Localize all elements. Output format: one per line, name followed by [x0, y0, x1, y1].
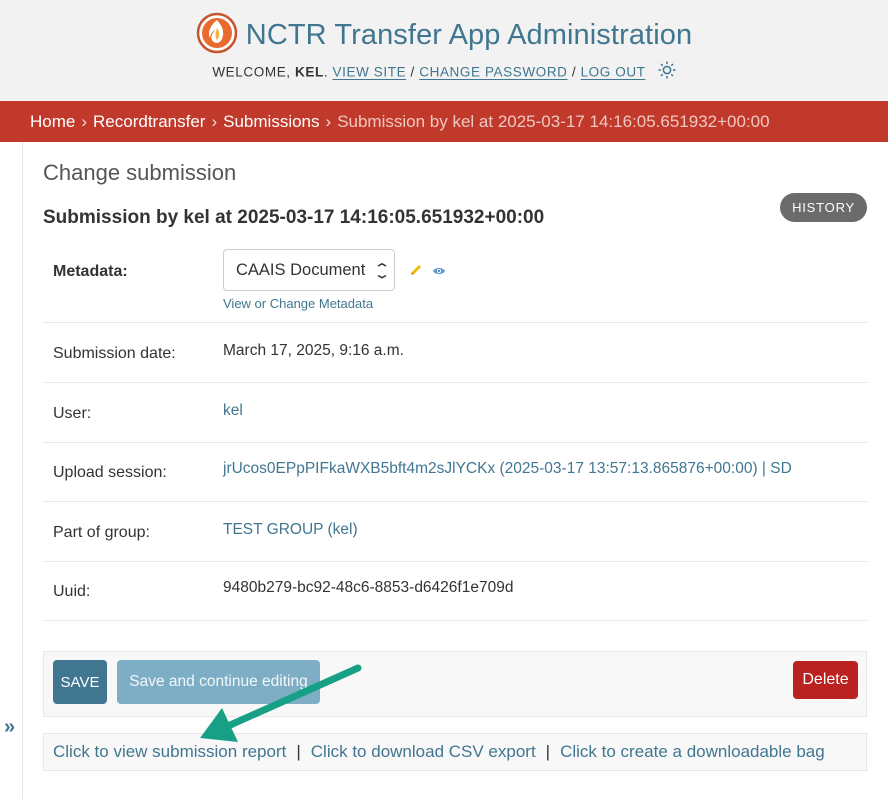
change-password-link[interactable]: CHANGE PASSWORD	[419, 65, 567, 80]
object-title: Submission by kel at 2025-03-17 14:16:05…	[43, 207, 545, 228]
username: KEL	[295, 64, 324, 80]
form-row-user: User: kel	[43, 383, 867, 443]
form-row-uuid: Uuid: 9480b279-bc92-48c6-8853-d6426f1e70…	[43, 561, 867, 621]
breadcrumb-home[interactable]: Home	[30, 112, 75, 132]
chevron-down-icon	[376, 262, 388, 284]
form-row-upload-session: Upload session: jrUcos0EPpPIFkaWXB5bft4m…	[43, 442, 867, 502]
history-button[interactable]: HISTORY	[780, 193, 867, 222]
welcome-text: WELCOME,	[212, 64, 295, 80]
metadata-selected-value: CAAIS Document	[236, 260, 366, 279]
theme-toggle-sun-icon[interactable]	[658, 61, 676, 82]
user-tools: WELCOME, KEL. VIEW SITE / CHANGE PASSWOR…	[0, 61, 888, 82]
part-of-group-label: Part of group:	[53, 524, 150, 541]
site-branding[interactable]: NCTR Transfer App Administration	[0, 12, 888, 59]
sidebar-collapsed: »	[0, 142, 23, 799]
header: NCTR Transfer App Administration WELCOME…	[0, 0, 888, 101]
create-bag-link[interactable]: Click to create a downloadable bag	[560, 742, 825, 762]
submit-row: SAVE Save and continue editing Delete	[43, 651, 867, 717]
uuid-label: Uuid:	[53, 583, 91, 600]
delete-button[interactable]: Delete	[793, 661, 858, 699]
form-row-submission-date: Submission date: March 17, 2025, 9:16 a.…	[43, 323, 867, 383]
eye-icon[interactable]	[432, 264, 446, 282]
user-link[interactable]: kel	[223, 402, 243, 420]
submission-date-label: Submission date:	[53, 345, 176, 362]
view-report-link[interactable]: Click to view submission report	[53, 742, 286, 762]
metadata-select[interactable]: CAAIS Document	[223, 249, 395, 291]
user-label: User:	[53, 405, 92, 422]
view-change-metadata-link[interactable]: View or Change Metadata	[223, 296, 373, 311]
download-csv-link[interactable]: Click to download CSV export	[311, 742, 536, 762]
uuid-value: 9480b279-bc92-48c6-8853-d6426f1e709d	[223, 579, 514, 596]
separator: /	[406, 64, 420, 80]
save-button[interactable]: SAVE	[53, 660, 107, 704]
breadcrumb-submissions[interactable]: Submissions	[223, 112, 319, 132]
save-and-continue-button[interactable]: Save and continue editing	[117, 660, 320, 704]
breadcrumb-separator: ›	[325, 111, 332, 131]
breadcrumb-current: Submission by kel at 2025-03-17 14:16:05…	[337, 111, 770, 131]
upload-session-link[interactable]: jrUcos0EPpPIFkaWXB5bft4m2sJlYCKx (2025-0…	[223, 460, 792, 478]
form-row-part-of-group: Part of group: TEST GROUP (kel)	[43, 502, 867, 562]
part-of-group-link[interactable]: TEST GROUP (kel)	[223, 521, 358, 539]
breadcrumb-separator: ›	[81, 111, 88, 131]
upload-session-label: Upload session:	[53, 464, 167, 481]
breadcrumb: Home › Recordtransfer › Submissions › Su…	[0, 101, 888, 142]
submission-date-value: March 17, 2025, 9:16 a.m.	[223, 342, 404, 359]
sidebar-toggle-icon[interactable]: »	[4, 716, 15, 739]
metadata-label: Metadata:	[53, 263, 128, 280]
separator: /	[567, 64, 581, 80]
page-title: Change submission	[43, 160, 237, 185]
submission-links-bar: Click to view submission report | Click …	[43, 733, 867, 771]
pencil-icon[interactable]	[409, 263, 423, 282]
link-separator: |	[545, 742, 551, 761]
log-out-link[interactable]: LOG OUT	[581, 65, 646, 80]
breadcrumb-recordtransfer[interactable]: Recordtransfer	[93, 112, 205, 132]
breadcrumb-separator: ›	[211, 111, 218, 131]
form-row-metadata: Metadata: CAAIS Document View or Change …	[43, 237, 867, 323]
site-title[interactable]: NCTR Transfer App Administration	[246, 19, 692, 52]
view-site-link[interactable]: VIEW SITE	[333, 65, 407, 80]
link-separator: |	[296, 742, 301, 761]
nctr-logo-icon	[196, 12, 238, 59]
